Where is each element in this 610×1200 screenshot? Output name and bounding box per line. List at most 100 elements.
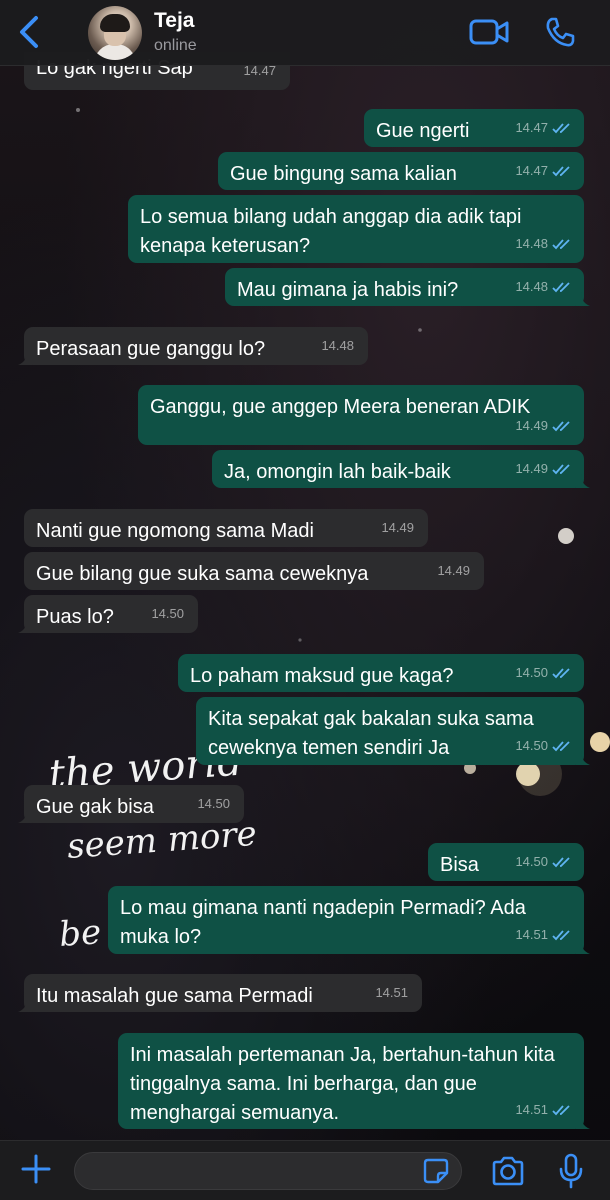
message-time: 14.47: [515, 163, 548, 178]
composer-bar: [0, 1140, 610, 1200]
read-ticks-icon: [552, 122, 570, 133]
message-meta: 14.51: [515, 920, 572, 949]
bubble-tail: [18, 619, 32, 633]
message-text: Gue gak bisa: [36, 796, 154, 818]
message-input[interactable]: [74, 1152, 462, 1190]
read-ticks-icon: [552, 238, 570, 249]
contact-name[interactable]: Teja: [154, 9, 194, 33]
message-bubble-outgoing[interactable]: Lo paham maksud gue kaga? 14.50: [178, 654, 584, 692]
message-time: 14.51: [515, 927, 548, 942]
message-meta: 14.48: [515, 229, 572, 258]
message-bubble-incoming[interactable]: Nanti gue ngomong sama Madi 14.49: [24, 509, 428, 547]
message-bubble-outgoing[interactable]: Gue bingung sama kalian 14.47: [218, 152, 584, 190]
read-ticks-icon: [552, 281, 570, 292]
message-text: Ganggu, gue anggep Meera beneran ADIK: [150, 396, 531, 418]
message-time: 14.48: [515, 279, 548, 294]
message-bubble-incoming[interactable]: Gue gak bisa 14.50: [18, 785, 244, 823]
message-time: 14.48: [515, 236, 548, 251]
bubble-tail: [18, 809, 32, 823]
plus-icon[interactable]: [20, 1153, 52, 1185]
message-text: Mau gimana ja habis ini?: [237, 279, 459, 301]
message-meta: 14.49: [381, 513, 414, 542]
bubble-tail: [576, 1115, 590, 1129]
message-meta: 14.51: [515, 1095, 572, 1124]
message-text: Puas lo?: [36, 606, 114, 628]
message-time: 14.50: [197, 796, 230, 811]
microphone-icon[interactable]: [558, 1153, 584, 1189]
message-text: Nanti gue ngomong sama Madi: [36, 520, 314, 542]
read-ticks-icon: [552, 1104, 570, 1115]
message-time: 14.51: [375, 985, 408, 1000]
read-ticks-icon: [552, 856, 570, 867]
bubble-tail: [18, 998, 32, 1012]
message-text: Lo mau gimana nanti ngadepin Permadi? Ad…: [120, 897, 526, 948]
message-bubble-outgoing[interactable]: Ja, omongin lah baik-baik 14.49: [212, 450, 590, 488]
message-bubble-outgoing[interactable]: Lo semua bilang udah anggap dia adik tap…: [128, 195, 584, 263]
message-meta: 14.50: [515, 847, 572, 876]
read-ticks-icon: [552, 420, 570, 431]
message-text: Perasaan gue ganggu lo?: [36, 338, 266, 360]
message-bubble-incoming[interactable]: Itu masalah gue sama Permadi 14.51: [18, 974, 422, 1012]
message-time: 14.49: [515, 461, 548, 476]
read-ticks-icon: [552, 463, 570, 474]
message-meta: 14.50: [515, 658, 572, 687]
message-time: 14.49: [515, 418, 548, 433]
bubble-tail: [576, 474, 590, 488]
message-time: 14.50: [515, 854, 548, 869]
message-meta: 14.49: [515, 454, 572, 483]
message-time: 14.47: [515, 120, 548, 135]
message-meta: 14.50: [197, 789, 230, 818]
bubble-tail: [576, 292, 590, 306]
message-text: Gue bingung sama kalian: [230, 163, 457, 185]
avatar[interactable]: [88, 6, 142, 60]
message-bubble-outgoing[interactable]: Mau gimana ja habis ini? 14.48: [225, 268, 590, 306]
phone-icon[interactable]: [544, 16, 576, 48]
message-text: Gue ngerti: [376, 120, 470, 142]
message-meta: 14.47: [515, 113, 572, 142]
message-meta: 14.48: [515, 272, 572, 301]
video-camera-icon[interactable]: [468, 16, 510, 48]
message-bubble-outgoing[interactable]: Lo mau gimana nanti ngadepin Permadi? Ad…: [108, 886, 590, 954]
message-time: 14.48: [321, 338, 354, 353]
sticker-icon[interactable]: [422, 1157, 450, 1185]
message-meta: 14.51: [375, 978, 408, 1007]
message-bubble-outgoing[interactable]: Ini masalah pertemanan Ja, bertahun-tahu…: [118, 1033, 590, 1129]
message-text: Lo semua bilang udah anggap dia adik tap…: [140, 206, 522, 257]
message-bubble-outgoing[interactable]: Ganggu, gue anggep Meera beneran ADIK 14…: [138, 385, 584, 445]
message-text: Bisa: [440, 854, 479, 876]
read-ticks-icon: [552, 929, 570, 940]
message-list: Lo gak ngerti Sap 14.47 Gue ngerti 14.47…: [0, 0, 610, 1200]
message-meta: 14.49: [515, 411, 572, 440]
message-bubble-incoming[interactable]: Puas lo? 14.50: [18, 595, 198, 633]
message-time: 14.49: [437, 563, 470, 578]
message-text: Itu masalah gue sama Permadi: [36, 985, 313, 1007]
message-time: 14.49: [381, 520, 414, 535]
message-meta: 14.49: [437, 556, 470, 585]
camera-icon[interactable]: [490, 1155, 526, 1187]
chat-header: Teja online: [0, 0, 610, 66]
bubble-tail: [576, 940, 590, 954]
bubble-tail: [18, 351, 32, 365]
message-bubble-incoming[interactable]: Gue bilang gue suka sama ceweknya 14.49: [24, 552, 484, 590]
message-meta: 14.50: [151, 599, 184, 628]
message-bubble-incoming[interactable]: Perasaan gue ganggu lo? 14.48: [18, 327, 368, 365]
message-bubble-outgoing[interactable]: Kita sepakat gak bakalan suka sama cewek…: [196, 697, 590, 765]
message-text: Gue bilang gue suka sama ceweknya: [36, 563, 369, 585]
message-text: Ini masalah pertemanan Ja, bertahun-tahu…: [130, 1044, 555, 1124]
message-time: 14.50: [515, 665, 548, 680]
chevron-left-icon[interactable]: [14, 14, 44, 50]
message-meta: 14.47: [515, 156, 572, 185]
message-text: Kita sepakat gak bakalan suka sama cewek…: [208, 708, 534, 759]
read-ticks-icon: [552, 740, 570, 751]
message-bubble-outgoing[interactable]: Bisa 14.50: [428, 843, 584, 881]
read-ticks-icon: [552, 667, 570, 678]
message-time: 14.50: [151, 606, 184, 621]
message-text: Ja, omongin lah baik-baik: [224, 461, 451, 483]
message-text: Lo paham maksud gue kaga?: [190, 665, 454, 687]
bubble-tail: [576, 751, 590, 765]
message-time: 14.50: [515, 738, 548, 753]
message-bubble-outgoing[interactable]: Gue ngerti 14.47: [364, 109, 584, 147]
message-time: 14.51: [515, 1102, 548, 1117]
message-meta: 14.50: [515, 731, 572, 760]
message-meta: 14.48: [321, 331, 354, 360]
